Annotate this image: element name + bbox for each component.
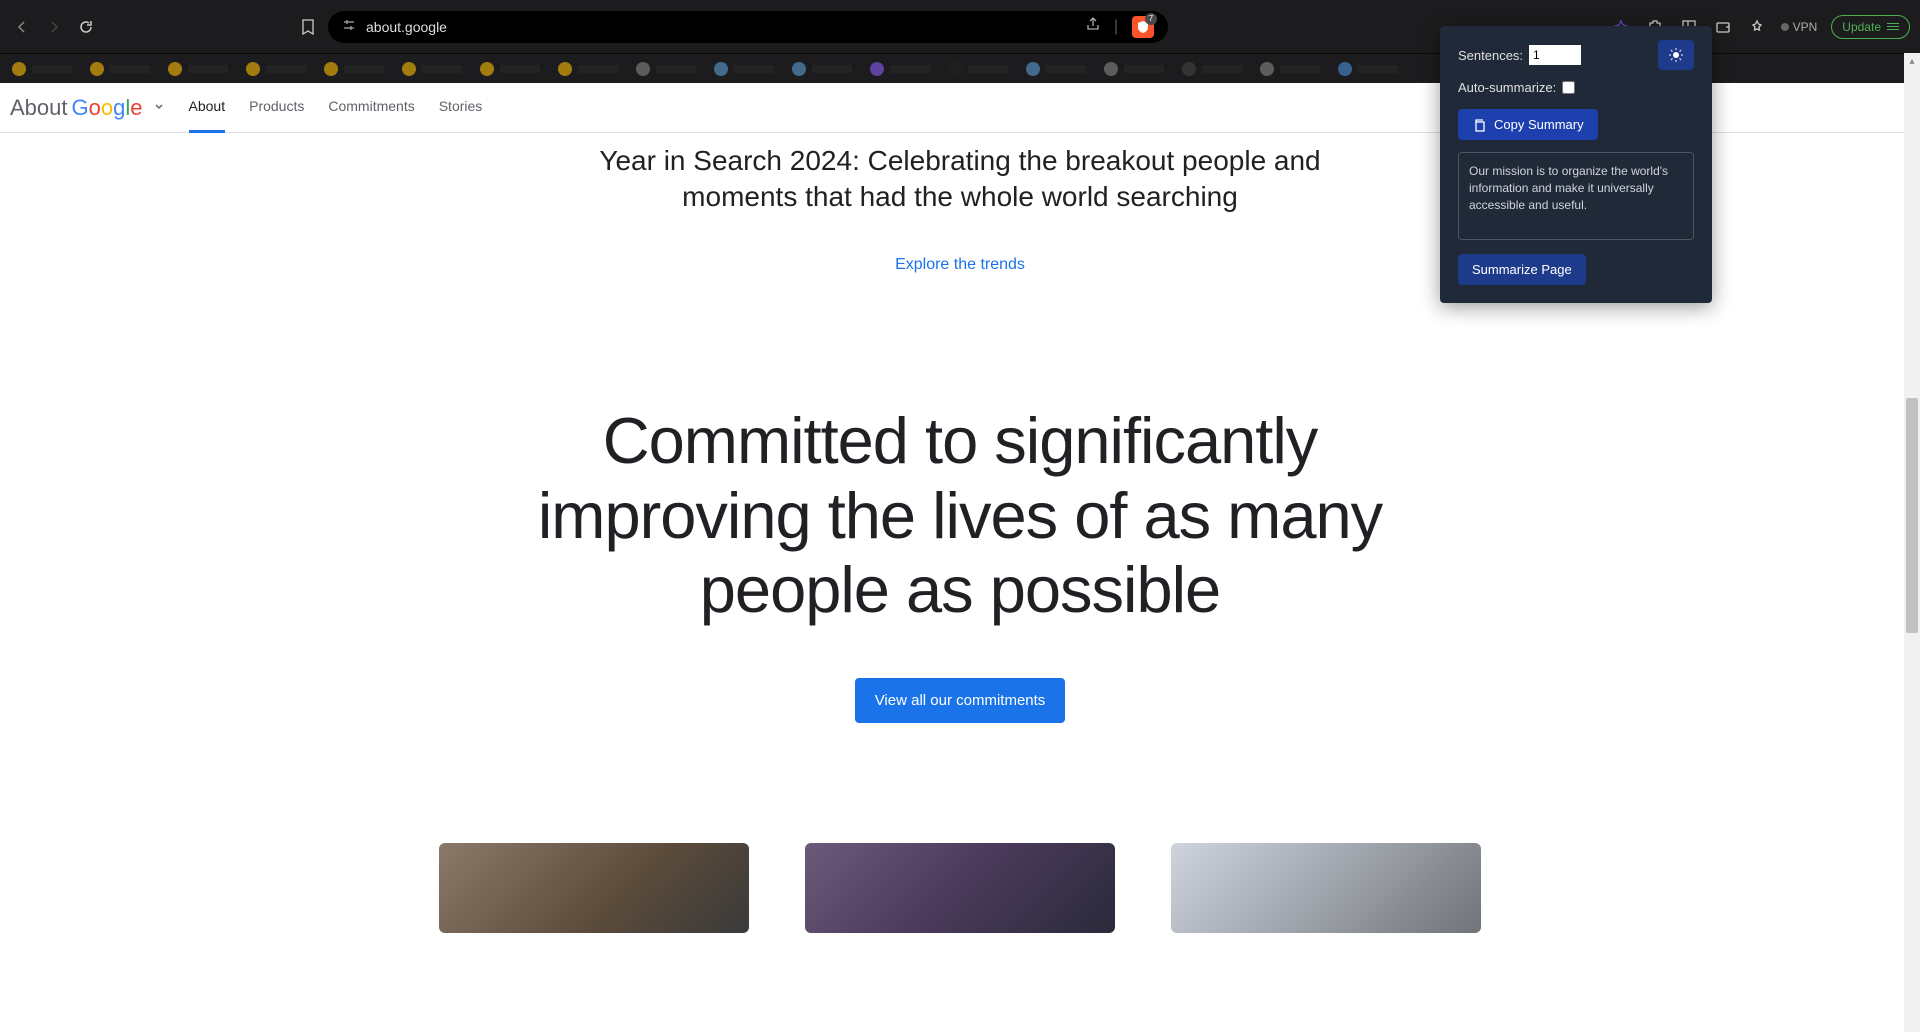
back-button[interactable] [10,15,34,39]
bookmark-item[interactable] [480,62,540,76]
address-bar[interactable]: about.google | 7 [328,11,1168,43]
view-commitments-button[interactable]: View all our commitments [855,678,1066,723]
scrollbar-track[interactable]: ▴ [1904,53,1920,1032]
sentences-input[interactable] [1529,45,1581,65]
vpn-label: VPN [1793,20,1818,34]
url-text: about.google [366,19,1076,35]
bookmark-favicon [558,62,572,76]
about-label: About [10,95,68,121]
brave-shields-icon[interactable]: 7 [1132,16,1154,38]
bookmark-item[interactable] [402,62,462,76]
bookmark-item[interactable] [1104,62,1164,76]
bookmark-item[interactable] [324,62,384,76]
scrollbar-thumb[interactable] [1906,398,1918,633]
menu-icon [1887,23,1899,30]
bookmark-favicon [1182,62,1196,76]
bookmark-favicon [90,62,104,76]
bookmark-item[interactable] [948,62,1008,76]
bookmark-favicon [714,62,728,76]
auto-summarize-label: Auto-summarize: [1458,80,1556,95]
bookmark-favicon [1338,62,1352,76]
google-logo: Google [72,95,143,121]
bookmark-item[interactable] [636,62,696,76]
chevron-down-icon[interactable] [153,99,165,117]
bookmark-item[interactable] [12,62,72,76]
bookmark-favicon [1026,62,1040,76]
bookmark-favicon [870,62,884,76]
shields-count: 7 [1145,13,1157,25]
bookmark-item[interactable] [714,62,774,76]
bookmark-item[interactable] [90,62,150,76]
tab-stories[interactable]: Stories [439,82,483,133]
bookmark-favicon [948,62,962,76]
tab-products[interactable]: Products [249,82,304,133]
reload-button[interactable] [74,15,98,39]
vpn-indicator[interactable]: VPN [1781,20,1818,34]
bookmark-item[interactable] [246,62,306,76]
leo-icon[interactable] [1747,17,1767,37]
nav-tabs: About Products Commitments Stories [189,82,483,133]
bookmark-item[interactable] [558,62,618,76]
summary-output: Our mission is to organize the world's i… [1458,152,1694,240]
bookmark-favicon [12,62,26,76]
forward-button[interactable] [42,15,66,39]
bookmark-item[interactable] [870,62,930,76]
bookmark-item[interactable] [792,62,852,76]
theme-toggle-button[interactable] [1658,40,1694,70]
bookmark-item[interactable] [1026,62,1086,76]
site-settings-icon[interactable] [342,18,356,35]
story-card[interactable] [1171,843,1481,933]
story-card[interactable] [805,843,1115,933]
wallet-icon[interactable] [1713,17,1733,37]
bookmark-favicon [402,62,416,76]
summarize-page-button[interactable]: Summarize Page [1458,254,1586,285]
update-button[interactable]: Update [1831,15,1910,39]
bookmark-favicon [246,62,260,76]
hero-subtitle: Year in Search 2024: Celebrating the bre… [560,143,1360,216]
bookmark-favicon [1260,62,1274,76]
bookmark-item[interactable] [168,62,228,76]
scrollbar-up-button[interactable]: ▴ [1904,53,1920,69]
bookmark-favicon [324,62,338,76]
tab-about[interactable]: About [189,82,226,133]
bookmark-favicon [1104,62,1118,76]
bookmark-icon[interactable] [296,15,320,39]
bookmark-item[interactable] [1260,62,1320,76]
bookmark-favicon [480,62,494,76]
site-logo[interactable]: About Google [10,95,165,121]
sentences-label: Sentences: [1458,48,1523,63]
image-grid [0,843,1920,933]
tab-commitments[interactable]: Commitments [328,82,414,133]
bookmark-favicon [792,62,806,76]
auto-summarize-checkbox[interactable] [1562,81,1575,94]
copy-summary-button[interactable]: Copy Summary [1458,109,1598,140]
bookmark-item[interactable] [1182,62,1242,76]
share-icon[interactable] [1086,17,1100,36]
vpn-status-dot [1781,23,1789,31]
summarizer-extension-popup: Sentences: Auto-summarize: Copy Summary … [1440,26,1712,303]
bookmark-favicon [636,62,650,76]
story-card[interactable] [439,843,749,933]
main-headline: Committed to significantly improving the… [460,404,1460,628]
bookmark-favicon [168,62,182,76]
bookmark-item[interactable] [1338,62,1398,76]
